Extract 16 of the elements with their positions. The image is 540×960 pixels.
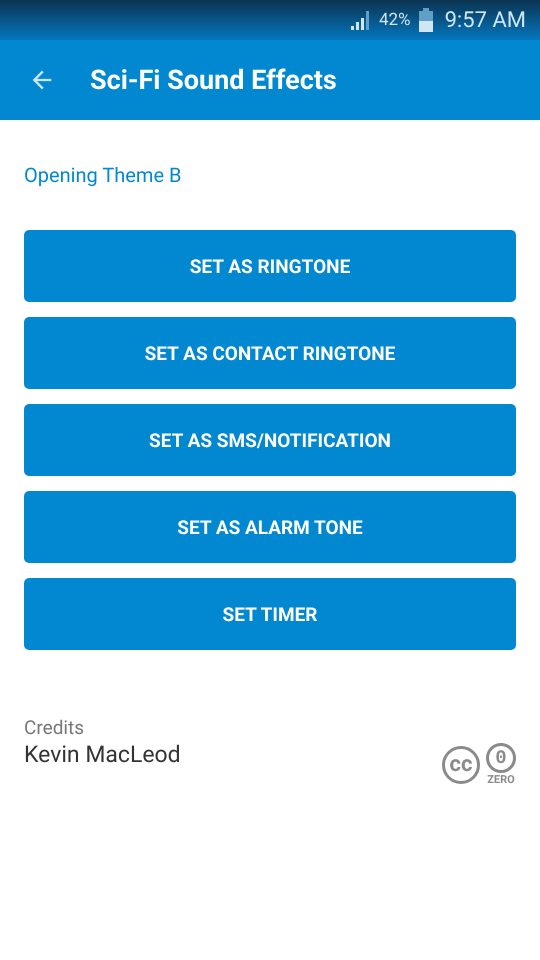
action-button[interactable]: SET AS ALARM TONE <box>24 491 516 563</box>
action-button[interactable]: SET AS CONTACT RINGTONE <box>24 317 516 389</box>
zero-label: ZERO <box>487 773 515 786</box>
battery-icon <box>418 8 433 32</box>
action-button[interactable]: SET TIMER <box>24 578 516 650</box>
signal-icon <box>349 10 371 30</box>
credits-label: Credits <box>24 716 86 740</box>
zero-logo: 0 <box>486 743 516 773</box>
action-button[interactable]: SET AS RINGTONE <box>24 230 516 302</box>
app-title: Sci-Fi Sound Effects <box>90 64 337 96</box>
author-name: Kevin MacLeod <box>24 740 181 770</box>
action-button[interactable]: SET AS SMS/NOTIFICATION <box>24 404 516 476</box>
battery-percent: 42% <box>379 10 411 30</box>
clock-time: 9:57 AM <box>444 8 526 32</box>
sound-title: Opening Theme B <box>24 163 182 187</box>
cc-logo: cc <box>442 746 480 784</box>
